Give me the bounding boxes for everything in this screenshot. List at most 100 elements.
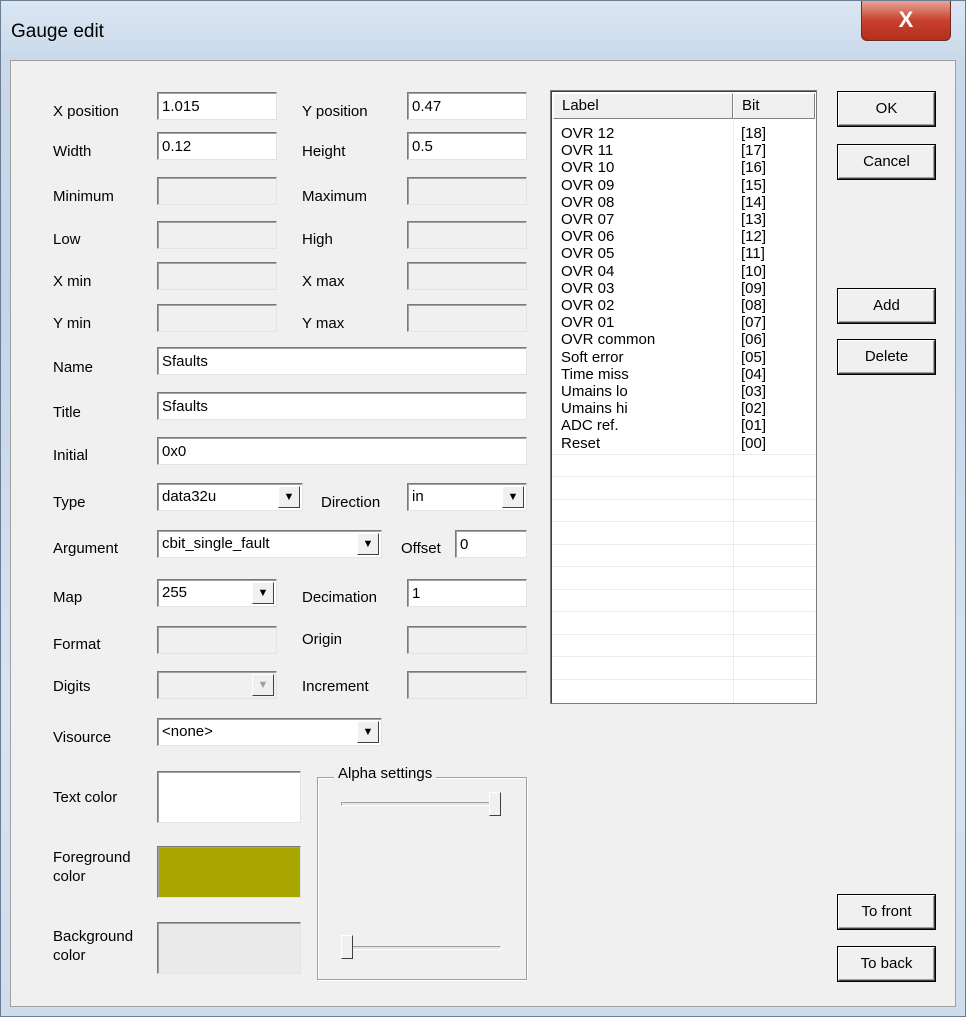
x-min-input (157, 262, 277, 290)
list-gridline (553, 521, 815, 523)
list-item[interactable]: ADC ref. [01] (553, 417, 815, 434)
y-max-input (407, 304, 527, 332)
cancel-button[interactable]: Cancel (838, 145, 935, 179)
y-min-input (157, 304, 277, 332)
list-gridline (553, 611, 815, 613)
list-item[interactable]: OVR 09 [15] (553, 177, 815, 194)
list-item[interactable]: OVR 08 [14] (553, 194, 815, 211)
list-item-bit: [00] (741, 434, 767, 452)
list-item-bit: [04] (741, 365, 767, 383)
text-color-label: Text color (53, 789, 118, 806)
name-input[interactable] (157, 347, 527, 375)
visource-value: <none> (162, 723, 213, 740)
add-button[interactable]: Add (838, 289, 935, 323)
map-select[interactable]: 255 ▼ (157, 579, 277, 607)
list-item-bit: [14] (741, 193, 767, 211)
list-gridline (553, 498, 815, 500)
list-item[interactable]: Umains hi [02] (553, 400, 815, 417)
minimum-input (157, 177, 277, 205)
list-item[interactable]: OVR 05 [11] (553, 245, 815, 262)
list-item[interactable]: OVR 01 [07] (553, 314, 815, 331)
dialog-client: X position Y position Width Height Minim… (10, 60, 956, 1007)
list-item-label: Time miss (561, 365, 629, 383)
foreground-color-swatch[interactable] (157, 846, 301, 898)
list-item-label: OVR 04 (561, 262, 615, 280)
minimum-label: Minimum (53, 188, 114, 205)
x-position-input[interactable] (157, 92, 277, 120)
list-item-label: OVR 12 (561, 125, 615, 142)
list-item[interactable]: OVR 04 [10] (553, 263, 815, 280)
visource-select[interactable]: <none> ▼ (157, 718, 382, 746)
chevron-down-icon[interactable]: ▼ (502, 486, 524, 508)
list-item-bit: [07] (741, 314, 767, 332)
list-item[interactable]: OVR 12 [18] (553, 125, 815, 142)
list-item[interactable]: Time miss [04] (553, 366, 815, 383)
y-position-input[interactable] (407, 92, 527, 120)
x-max-input (407, 262, 527, 290)
decimation-input[interactable] (407, 579, 527, 607)
list-gridline (553, 678, 815, 680)
visource-label: Visource (53, 729, 112, 746)
initial-input[interactable] (157, 437, 527, 465)
origin-input (407, 626, 527, 654)
list-gridline (553, 656, 815, 658)
column-header-bit[interactable]: Bit (733, 93, 815, 119)
list-item[interactable]: OVR 06 [12] (553, 228, 815, 245)
list-item[interactable]: Reset [00] (553, 435, 815, 452)
chevron-down-icon[interactable]: ▼ (252, 582, 274, 604)
background-color-label-line2: color (53, 947, 86, 964)
background-color-label-line1: Background (53, 928, 134, 945)
list-item-bit: [06] (741, 331, 767, 349)
title-input[interactable] (157, 392, 527, 420)
text-color-swatch[interactable] (157, 771, 301, 823)
ok-button[interactable]: OK (838, 92, 935, 126)
foreground-color-label-line2: color (53, 868, 86, 885)
list-item[interactable]: OVR common [06] (553, 331, 815, 348)
chevron-down-icon[interactable]: ▼ (278, 486, 300, 508)
list-item[interactable]: Umains lo [03] (553, 383, 815, 400)
list-item[interactable]: OVR 07 [13] (553, 211, 815, 228)
y-position-label: Y position (302, 103, 368, 120)
argument-select[interactable]: cbit_single_fault ▼ (157, 530, 382, 558)
width-input[interactable] (157, 132, 277, 160)
maximum-label: Maximum (302, 188, 368, 205)
list-item-bit: [16] (741, 159, 767, 177)
list-item[interactable]: OVR 03 [09] (553, 280, 815, 297)
alpha-bottom-slider-thumb[interactable] (341, 935, 353, 959)
low-input (157, 221, 277, 249)
list-item[interactable]: Soft error [05] (553, 349, 815, 366)
list-gridline (553, 476, 815, 478)
chevron-down-icon[interactable]: ▼ (357, 721, 379, 743)
list-gridline (553, 566, 815, 568)
bit-list[interactable]: Label Bit OVR 12 [18] OVR 11 [17] OVR 10 [16]… (550, 90, 817, 704)
chevron-down-icon[interactable]: ▼ (357, 533, 379, 555)
alpha-top-slider-thumb[interactable] (489, 792, 501, 816)
direction-select[interactable]: in ▼ (407, 483, 527, 511)
list-item-label: OVR 01 (561, 314, 615, 332)
height-input[interactable] (407, 132, 527, 160)
list-item-bit: [01] (741, 417, 767, 435)
alpha-bottom-slider-track[interactable] (341, 946, 501, 950)
list-item[interactable]: OVR 02 [08] (553, 297, 815, 314)
y-max-label: Y max (302, 315, 345, 332)
y-min-label: Y min (53, 315, 92, 332)
decimation-label: Decimation (302, 589, 378, 606)
column-header-label[interactable]: Label (553, 93, 733, 119)
list-item-bit: [08] (741, 297, 767, 314)
delete-button[interactable]: Delete (838, 340, 935, 374)
gauge-edit-window: Gauge edit X X position Y position Width… (0, 0, 966, 1017)
to-back-button[interactable]: To back (838, 947, 935, 981)
type-select[interactable]: data32u ▼ (157, 483, 303, 511)
list-item[interactable]: OVR 10 [16] (553, 159, 815, 176)
list-item-label: OVR 10 (561, 159, 615, 177)
list-item[interactable]: OVR 11 [17] (553, 142, 815, 159)
chevron-down-icon: ▼ (252, 674, 274, 696)
close-button[interactable]: X (861, 1, 951, 41)
background-color-swatch[interactable] (157, 922, 301, 974)
offset-input[interactable] (455, 530, 527, 558)
list-gridline (553, 633, 815, 635)
digits-label: Digits (53, 678, 91, 695)
alpha-top-slider-track[interactable] (341, 802, 501, 806)
list-item-label: Umains lo (561, 383, 628, 400)
to-front-button[interactable]: To front (838, 895, 935, 929)
